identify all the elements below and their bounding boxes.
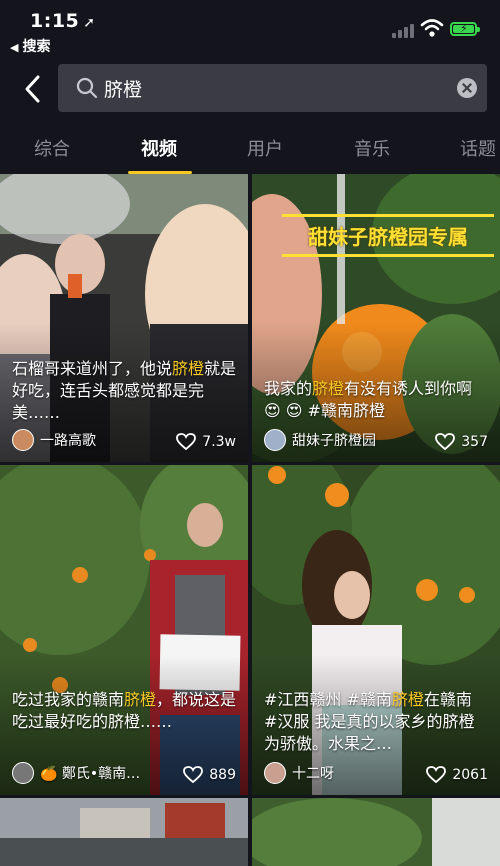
tab-bar: 综合 视频 用户 音乐 话题 xyxy=(0,128,500,174)
video-card[interactable] xyxy=(0,798,248,866)
status-bar: 1:15 ➚ ◀ 搜索 ⚡ xyxy=(0,0,500,58)
video-overlay-title: 甜妹子脐橙园专属 xyxy=(282,214,494,257)
back-triangle-icon: ◀ xyxy=(10,41,19,54)
wifi-icon xyxy=(420,19,444,37)
tab-video[interactable]: 视频 xyxy=(141,135,177,161)
search-icon xyxy=(76,77,98,99)
video-caption: 石榴哥来道州了，他说脐橙就是好吃，连舌头都感觉都是完美…… xyxy=(12,359,237,422)
video-card[interactable]: #江西赣州 #赣南脐橙在赣南 #汉服 我是真的以家乡的脐橙为骄傲。水果之… 十二… xyxy=(252,465,500,795)
search-query: 脐橙 xyxy=(104,79,143,101)
like-count: 889 xyxy=(183,766,236,784)
heart-icon xyxy=(426,766,447,784)
video-card[interactable]: 石榴哥来道州了，他说脐橙就是好吃，连舌头都感觉都是完美…… 一路高歌 7.3w xyxy=(0,174,248,462)
like-count: 357 xyxy=(435,433,488,451)
author[interactable]: 一路高歌 xyxy=(12,428,96,452)
tab-comprehensive[interactable]: 综合 xyxy=(34,135,70,161)
video-card[interactable]: 吃过我家的赣南脐橙，都说这是吃过最好吃的脐橙…… 🍊 鄭氏•赣南… 889 xyxy=(0,465,248,795)
avatar xyxy=(264,429,286,451)
battery-charging-icon: ⚡ xyxy=(450,22,480,36)
avatar xyxy=(12,762,34,784)
like-count: 7.3w xyxy=(176,433,236,451)
tab-topics[interactable]: 话题 xyxy=(460,135,496,161)
author[interactable]: 十二呀 xyxy=(264,761,334,785)
heart-icon xyxy=(435,433,456,451)
clear-icon[interactable] xyxy=(457,78,477,98)
video-card[interactable] xyxy=(252,798,500,866)
avatar xyxy=(12,429,34,451)
tab-music[interactable]: 音乐 xyxy=(354,135,390,161)
status-time: 1:15 ➚ xyxy=(30,10,96,32)
video-thumbnail xyxy=(0,798,248,866)
author[interactable]: 甜妹子脐橙园 xyxy=(264,428,376,452)
author[interactable]: 🍊 鄭氏•赣南… xyxy=(12,761,140,785)
video-caption: 吃过我家的赣南脐橙，都说这是吃过最好吃的脐橙…… xyxy=(12,690,237,731)
back-to-app-link[interactable]: ◀ 搜索 xyxy=(10,36,50,56)
like-count: 2061 xyxy=(426,766,488,784)
tab-users[interactable]: 用户 xyxy=(247,135,283,161)
avatar xyxy=(264,762,286,784)
search-input[interactable]: 脐橙 xyxy=(58,64,487,112)
chevron-left-icon xyxy=(25,75,40,103)
location-arrow-icon: ➚ xyxy=(83,15,96,31)
video-thumbnail xyxy=(252,798,500,866)
heart-icon xyxy=(183,766,204,784)
heart-icon xyxy=(176,433,197,451)
video-card[interactable]: 甜妹子脐橙园专属 我家的脐橙有没有诱人到你啊 😍 😍 #赣南脐橙 甜妹子脐橙园 … xyxy=(252,174,500,462)
video-caption: #江西赣州 #赣南脐橙在赣南 #汉服 我是真的以家乡的脐橙为骄傲。水果之… xyxy=(264,690,475,753)
video-caption: 我家的脐橙有没有诱人到你啊 😍 😍 #赣南脐橙 xyxy=(264,379,473,420)
back-button[interactable] xyxy=(18,72,48,106)
cellular-signal-icon xyxy=(392,22,416,38)
